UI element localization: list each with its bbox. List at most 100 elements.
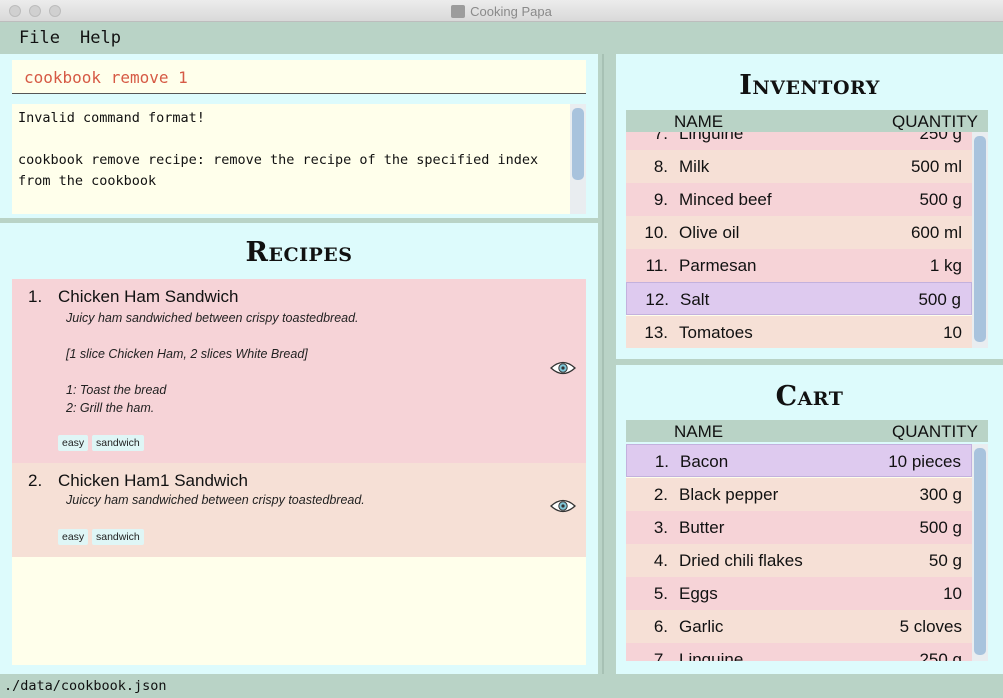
recipe-ingredients: [1 slice Chicken Ham, 2 slices White Bre… [66, 347, 308, 361]
row-name: Butter [679, 518, 725, 537]
recipes-title: Recipes [245, 237, 353, 268]
table-row[interactable]: 3. Butter 500 g [626, 511, 972, 544]
row-index: 7. [653, 650, 668, 661]
row-quantity: 50 g [928, 551, 962, 570]
result-display: Invalid command format! cookbook remove … [12, 104, 586, 214]
recipe-description: Juiccy ham sandwiched between crispy toa… [66, 493, 365, 507]
menu-file[interactable]: File [19, 28, 60, 48]
command-panel: cookbook remove 1 Invalid command format… [0, 54, 598, 218]
table-row[interactable]: 6. Garlic 5 cloves [626, 610, 972, 643]
row-index: 12. [645, 290, 669, 309]
row-index: 1. [654, 452, 669, 471]
table-row[interactable]: 5. Eggs 10 [626, 577, 972, 610]
row-index: 3. [653, 518, 668, 537]
inventory-scrollbar[interactable] [972, 132, 988, 348]
row-quantity: 250 g [919, 132, 962, 143]
recipe-tag: easy [58, 529, 89, 545]
row-quantity: 500 g [919, 190, 962, 209]
row-name: Minced beef [679, 190, 772, 209]
menu-bar: File Help [0, 22, 1003, 54]
row-index: 10. [644, 223, 668, 242]
row-index: 5. [653, 584, 668, 603]
row-name: Linguine [679, 650, 744, 661]
cart-title: Cart [775, 381, 844, 412]
table-row[interactable]: 7. Linguine 250 g [626, 132, 972, 150]
inventory-scroll-thumb[interactable] [974, 136, 986, 342]
row-quantity: 1 kg [929, 256, 962, 275]
recipes-panel: Recipes 1. Chicken Ham Sandwich Juicy ha… [0, 223, 598, 674]
window-titlebar: Cooking Papa [0, 0, 1003, 22]
row-quantity: 10 [943, 584, 962, 603]
table-row-selected[interactable]: 12. Salt 500 g [626, 282, 972, 315]
recipe-name: Chicken Ham Sandwich [58, 287, 239, 306]
command-input[interactable]: cookbook remove 1 [12, 60, 586, 94]
row-index: 9. [653, 190, 668, 209]
menu-help[interactable]: Help [80, 28, 121, 48]
column-header-quantity[interactable]: QUANTITY [892, 112, 978, 132]
row-quantity: 500 g [918, 290, 961, 309]
row-name: Bacon [680, 452, 729, 471]
row-quantity: 600 ml [910, 223, 962, 242]
table-row[interactable]: 9. Minced beef 500 g [626, 183, 972, 216]
row-quantity: 500 ml [910, 157, 962, 176]
table-row[interactable]: 13. Tomatoes 10 [626, 316, 972, 348]
table-row-selected[interactable]: 1. Bacon 10 pieces [626, 444, 972, 477]
row-quantity: 500 g [919, 518, 962, 537]
row-name: Garlic [679, 617, 724, 636]
table-row[interactable]: 10. Olive oil 600 ml [626, 216, 972, 249]
row-index: 4. [653, 551, 668, 570]
column-header-name[interactable]: NAME [674, 422, 723, 442]
column-header-name[interactable]: NAME [674, 112, 723, 132]
recipe-index: 1. [28, 287, 43, 306]
row-index: 11. [645, 256, 668, 275]
result-scroll-thumb[interactable] [572, 108, 584, 180]
cart-scrollbar[interactable] [972, 444, 988, 661]
row-index: 13. [644, 323, 668, 342]
table-row[interactable]: 11. Parmesan 1 kg [626, 249, 972, 282]
result-scrollbar[interactable] [570, 104, 586, 214]
row-name: Eggs [679, 584, 718, 603]
inventory-panel: Inventory NAME QUANTITY 7. Linguine 250 … [616, 54, 1003, 359]
row-quantity: 5 cloves [899, 617, 962, 636]
table-row[interactable]: 2. Black pepper 300 g [626, 478, 972, 511]
inventory-table-header: NAME QUANTITY [626, 110, 988, 132]
row-index: 6. [653, 617, 668, 636]
recipe-tag: sandwich [92, 435, 144, 451]
row-quantity: 10 pieces [888, 452, 961, 471]
app-icon [451, 5, 466, 18]
inventory-title: Inventory [739, 70, 880, 101]
eye-icon[interactable] [550, 360, 576, 376]
eye-icon[interactable] [550, 498, 576, 514]
cart-scroll-thumb[interactable] [974, 448, 986, 655]
status-file-path: ./data/cookbook.json [4, 678, 167, 694]
row-name: Tomatoes [679, 323, 753, 342]
recipe-card[interactable]: 1. Chicken Ham Sandwich Juicy ham sandwi… [12, 279, 586, 463]
row-index: 2. [653, 485, 668, 504]
result-text: Invalid command format! cookbook remove … [18, 110, 539, 189]
recipe-index: 2. [28, 471, 43, 490]
row-name: Black pepper [679, 485, 779, 504]
row-name: Salt [680, 290, 710, 309]
recipe-card[interactable]: 2. Chicken Ham1 Sandwich Juiccy ham sand… [12, 463, 586, 557]
row-index: 8. [653, 157, 668, 176]
row-quantity: 10 [943, 323, 962, 342]
recipe-description: Juicy ham sandwiched between crispy toas… [66, 311, 359, 325]
row-quantity: 300 g [919, 485, 962, 504]
inventory-table: 7. Linguine 250 g 8. Milk 500 ml 9. Minc… [626, 132, 972, 348]
cart-table-header: NAME QUANTITY [626, 420, 988, 442]
row-index: 7. [653, 132, 668, 143]
table-row[interactable]: 8. Milk 500 ml [626, 150, 972, 183]
recipe-tag: sandwich [92, 529, 144, 545]
row-name: Linguine [679, 132, 744, 143]
recipe-step: 1: Toast the bread [66, 383, 167, 397]
main-splitter[interactable] [598, 54, 616, 674]
cart-table: 1. Bacon 10 pieces 2. Black pepper 300 g… [626, 444, 972, 661]
table-row[interactable]: 7. Linguine 250 g [626, 643, 972, 661]
recipe-step: 2: Grill the ham. [66, 401, 155, 415]
column-header-quantity[interactable]: QUANTITY [892, 422, 978, 442]
row-name: Dried chili flakes [679, 551, 803, 570]
row-name: Parmesan [679, 256, 757, 275]
recipe-name: Chicken Ham1 Sandwich [58, 471, 248, 490]
row-quantity: 250 g [919, 650, 962, 661]
table-row[interactable]: 4. Dried chili flakes 50 g [626, 544, 972, 577]
